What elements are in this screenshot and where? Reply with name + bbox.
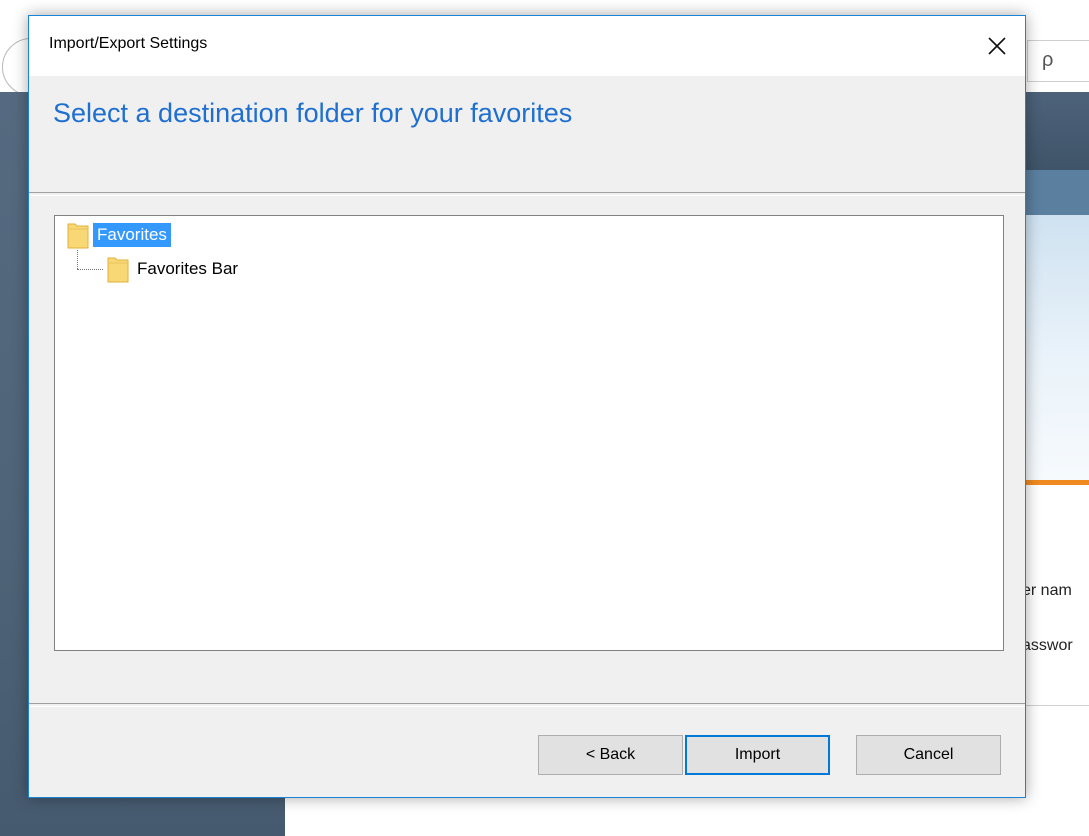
search-icon[interactable]: ρ xyxy=(1042,49,1070,71)
tree-node-label[interactable]: Favorites xyxy=(93,223,171,247)
password-label: asswor xyxy=(1022,637,1073,654)
page-heading: Select a destination folder for your fav… xyxy=(53,98,573,128)
footer-separator xyxy=(29,703,1025,707)
tree-connector xyxy=(77,269,103,270)
header-separator xyxy=(29,192,1025,196)
dialog-header: Select a destination folder for your fav… xyxy=(29,76,1025,192)
cancel-button[interactable]: Cancel xyxy=(856,735,1001,775)
close-button[interactable] xyxy=(969,16,1025,76)
tree-node-favorites-bar[interactable]: Favorites Bar xyxy=(107,255,242,283)
folder-icon xyxy=(67,223,89,249)
tree-node-favorites[interactable]: Favorites xyxy=(67,221,171,249)
folder-tree[interactable]: Favorites Favorites Bar xyxy=(54,215,1004,651)
folder-icon xyxy=(107,257,129,283)
tree-connector xyxy=(77,250,78,269)
page-divider xyxy=(1022,705,1089,706)
close-icon xyxy=(988,37,1006,55)
back-button[interactable]: < Back xyxy=(538,735,683,775)
import-export-dialog: Import/Export Settings Select a destinat… xyxy=(28,15,1026,798)
dialog-titlebar[interactable]: Import/Export Settings xyxy=(29,16,1025,76)
tree-node-label[interactable]: Favorites Bar xyxy=(133,257,242,281)
username-label: er nam xyxy=(1022,582,1072,599)
import-button[interactable]: Import xyxy=(685,735,830,775)
dialog-title: Import/Export Settings xyxy=(49,35,208,52)
